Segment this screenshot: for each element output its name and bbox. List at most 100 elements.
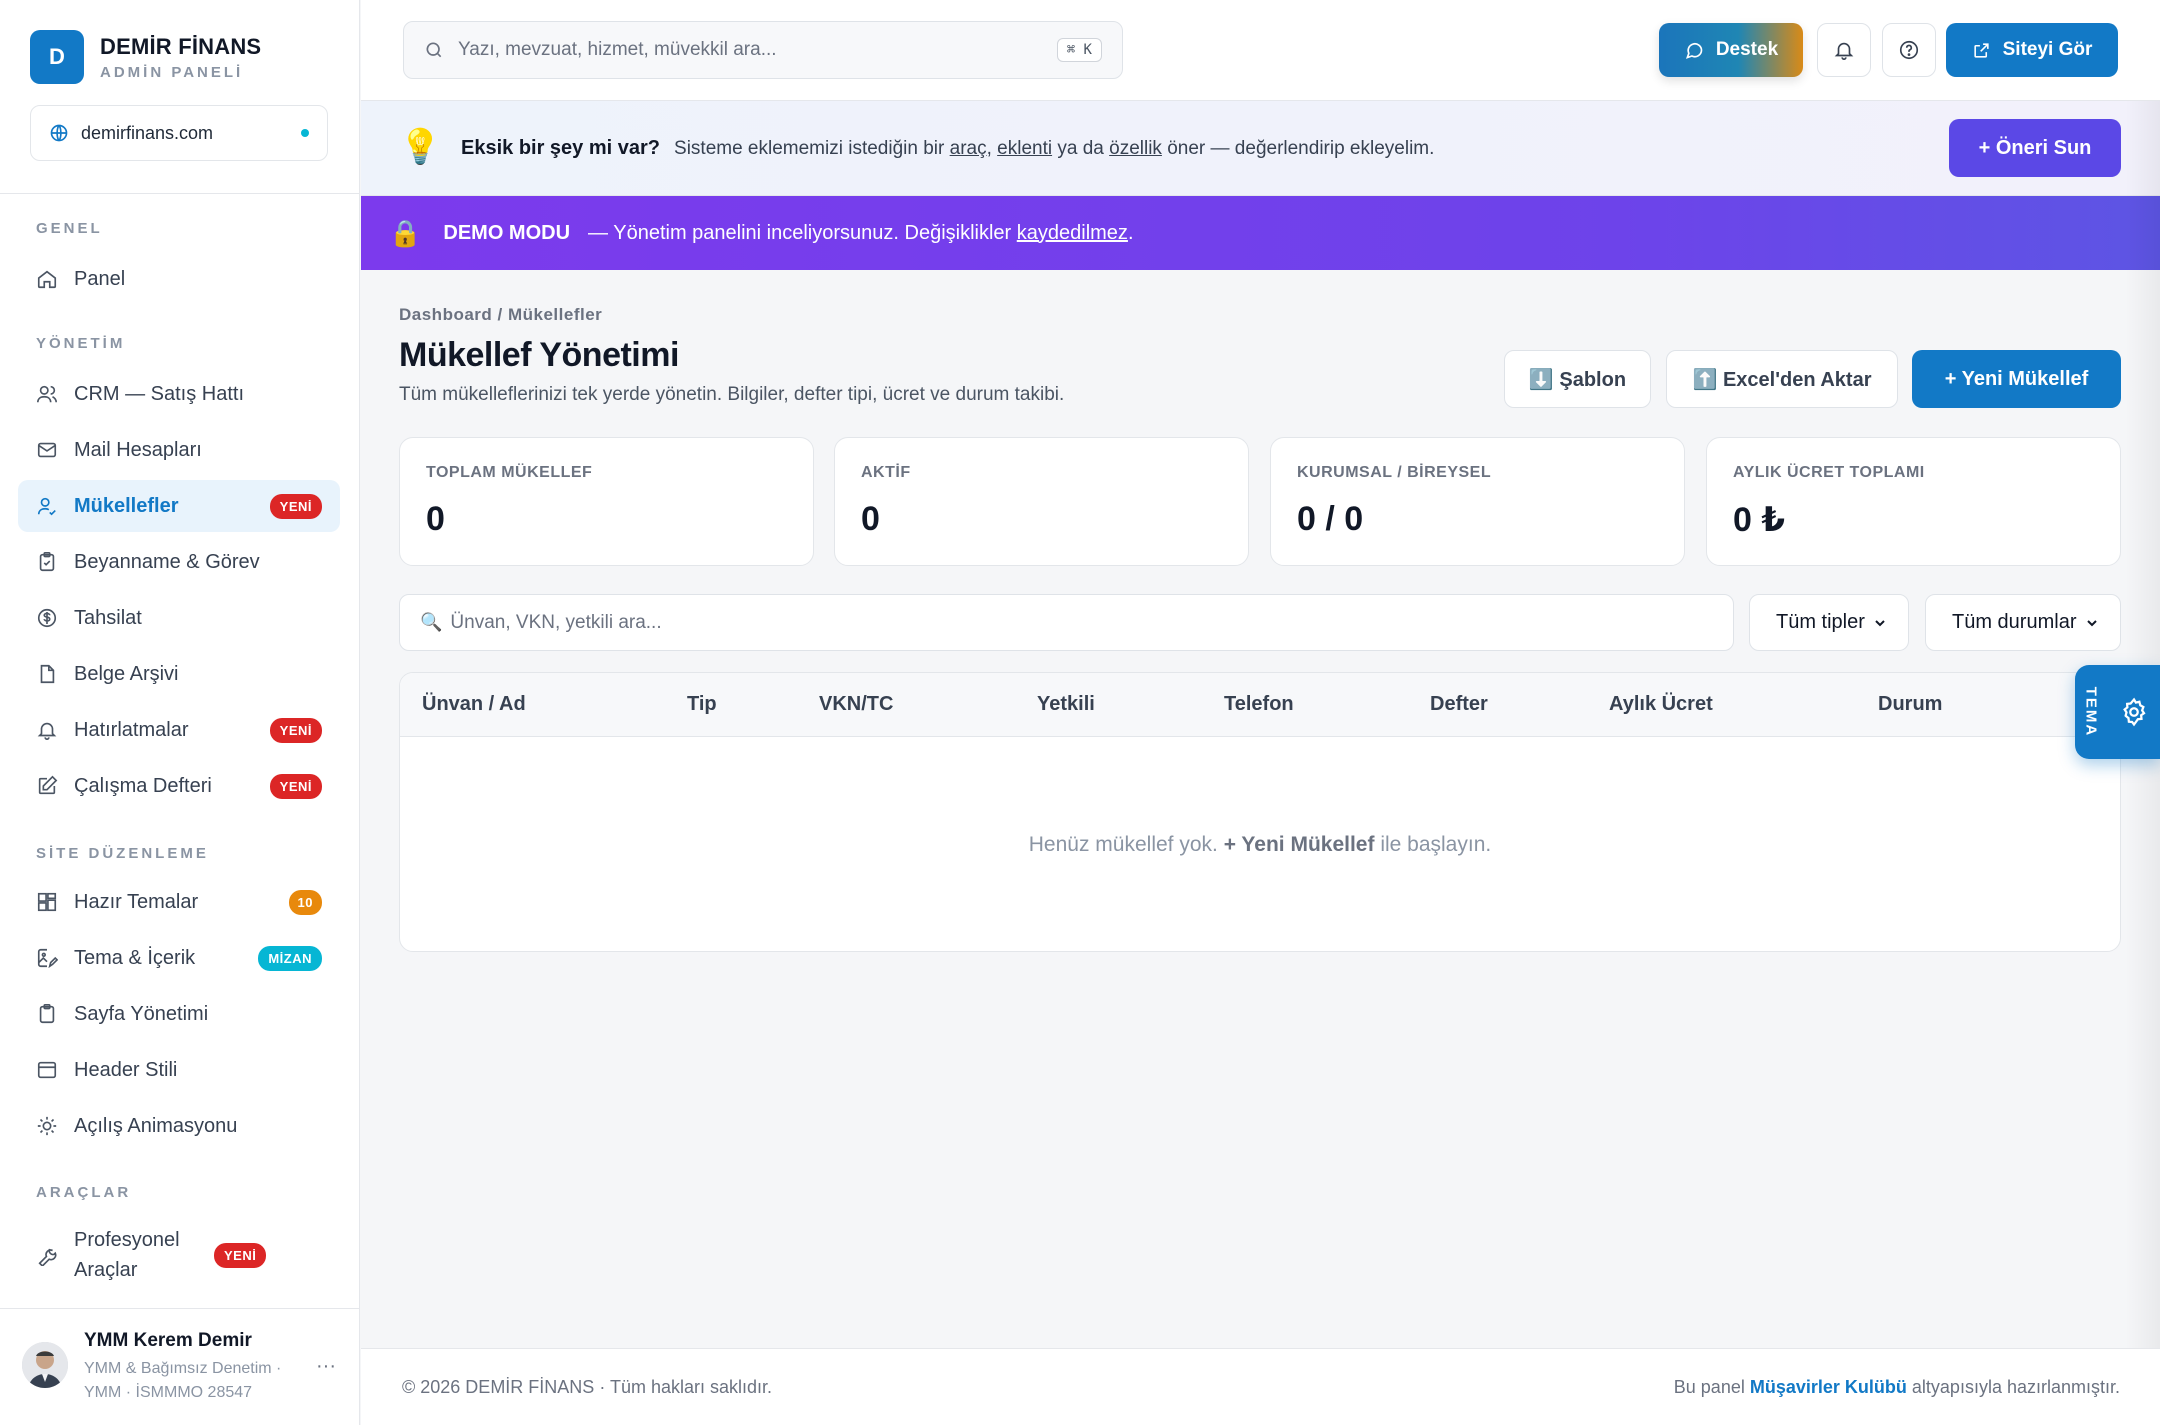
brand-logo: D (30, 30, 84, 84)
theme-panel-toggle[interactable]: TEMA (2075, 665, 2160, 759)
stat-value: 0 ₺ (1733, 501, 1786, 539)
globe-icon (50, 124, 68, 142)
sidebar-item-belge-arsivi[interactable]: Belge Arşivi (18, 648, 340, 700)
demo-text-part: — Yönetim panelini inceliyorsunuz. Değiş… (588, 221, 1012, 244)
sidebar-item-label: CRM — Satış Hattı (74, 383, 245, 405)
taxpayer-search-input[interactable]: 🔍 Ünvan, VKN, yetkili ara... (399, 594, 1734, 651)
grid-icon (37, 892, 57, 912)
brand[interactable]: D DEMİR FİNANS ADMİN PANELİ (30, 30, 261, 84)
sidebar-item-crm[interactable]: CRM — Satış Hattı (18, 368, 340, 420)
file-icon (40, 664, 55, 684)
column-header-status[interactable]: Durum (1878, 693, 1942, 716)
search-icon (426, 42, 442, 58)
search-placeholder: Yazı, mevzuat, hizmet, müvekkil ara... (458, 39, 777, 60)
demo-link[interactable]: kaydedilmez (1017, 222, 1128, 244)
clipboard-list-icon (39, 1004, 55, 1024)
chevron-down-icon (2087, 619, 2097, 626)
copyright: © 2026 DEMİR FİNANS · Tüm hakları saklıd… (402, 1377, 773, 1397)
demo-text: — Yönetim panelini inceliyorsunuz. Değiş… (588, 222, 1133, 245)
empty-action-text: + Yeni Mükellef (1223, 833, 1375, 856)
more-icon[interactable]: ··· (316, 1355, 336, 1378)
sidebar-item-calisma-defteri[interactable]: Çalışma Defteri YENİ (18, 760, 340, 812)
section-title-genel: GENEL (36, 220, 103, 237)
column-header-authorized[interactable]: Yetkili (1037, 693, 1095, 716)
demo-period: . (1127, 221, 1134, 244)
sidebar-item-profesyonel-araclar[interactable]: Profesyonel Araçlar YENİ (18, 1220, 340, 1290)
sidebar-item-hatirlatmalar[interactable]: Hatırlatmalar YENİ (18, 704, 340, 756)
import-excel-button[interactable]: ⬆️ Excel'den Aktar (1666, 350, 1898, 408)
user-group-icon (37, 497, 56, 516)
stat-card-corporate-individual: KURUMSAL / BİREYSEL 0 / 0 (1270, 437, 1685, 566)
gear-icon (2123, 697, 2146, 727)
sun-icon (37, 1116, 57, 1136)
column-header-ledger[interactable]: Defter (1430, 693, 1488, 716)
sidebar-item-sayfa-yonetimi[interactable]: Sayfa Yönetimi (18, 988, 340, 1040)
home-icon (37, 270, 57, 289)
column-header-title[interactable]: Ünvan / Ad (422, 693, 526, 716)
help-button[interactable] (1882, 23, 1936, 77)
sidebar-item-mail[interactable]: Mail Hesapları (18, 424, 340, 476)
sidebar-item-header-stili[interactable]: Header Stili (18, 1044, 340, 1096)
sidebar-item-tahsilat[interactable]: Tahsilat (18, 592, 340, 644)
help-icon (1899, 40, 1919, 60)
new-badge: YENİ (269, 493, 322, 519)
brand-name: DEMİR FİNANS (100, 33, 262, 59)
search-icon: 🔍 (420, 612, 443, 632)
column-header-monthly-fee[interactable]: Aylık Ücret (1609, 693, 1713, 716)
suggestion-text: Eksik bir şey mi var? Sisteme eklememizi … (461, 137, 1434, 160)
powered-by-link[interactable]: Müşavirler Kulübü (1750, 1377, 1907, 1397)
topbar: Yazı, mevzuat, hizmet, müvekkil ara... ⌘… (361, 0, 2160, 101)
domain-selector[interactable]: demirfinans.com (30, 105, 328, 161)
stat-value: 0 / 0 (1297, 500, 1364, 538)
image-edit-icon (37, 948, 58, 969)
suggestion-separator: , (986, 138, 992, 159)
suggest-button[interactable]: + Öneri Sun (1949, 119, 2121, 177)
edit-icon (38, 775, 58, 795)
support-label: Destek (1715, 39, 1779, 60)
stat-card-monthly-fee: AYLIK ÜCRET TOPLAMI 0 ₺ (1706, 437, 2121, 566)
template-button[interactable]: ⬇️ Şablon (1504, 350, 1651, 408)
taxpayer-table: Ünvan / Ad Tip VKN/TC Yetkili Telefon De… (399, 672, 2121, 952)
suggestion-link-ozellik[interactable]: özellik (1109, 138, 1162, 159)
stat-value: 0 (426, 500, 445, 538)
users-icon (37, 385, 57, 403)
sidebar-item-panel[interactable]: Panel (18, 253, 340, 305)
type-filter-select[interactable]: Tüm tipler (1749, 594, 1909, 651)
section-title-site-duzenleme: SİTE DÜZENLEME (36, 845, 209, 862)
suggestion-link-eklenti[interactable]: eklenti (997, 138, 1052, 159)
sidebar-item-label: Belge Arşivi (74, 663, 179, 685)
new-taxpayer-button[interactable]: + Yeni Mükellef (1912, 350, 2121, 408)
support-button[interactable]: Destek (1659, 23, 1803, 77)
brand-subtitle: ADMİN PANELİ (100, 63, 244, 81)
suggestion-link-arac[interactable]: araç (950, 138, 987, 159)
sidebar-item-beyanname[interactable]: Beyanname & Görev (18, 536, 340, 588)
sidebar-item-hazir-temalar[interactable]: Hazır Temalar 10 (18, 876, 340, 928)
table-header: Ünvan / Ad Tip VKN/TC Yetkili Telefon De… (400, 673, 2120, 737)
sidebar-item-label: Header Stili (74, 1059, 178, 1081)
empty-state: Henüz mükellef yok. + Yeni Mükellef ile … (400, 833, 2120, 857)
section-title-araclar: ARAÇLAR (36, 1184, 132, 1201)
stat-label: TOPLAM MÜKELLEF (426, 464, 593, 481)
notifications-button[interactable] (1817, 23, 1871, 77)
sidebar-item-tema-icerik[interactable]: Tema & İçerik MİZAN (18, 932, 340, 984)
user-profile[interactable]: YMM Kerem Demir YMM & Bağımsız Denetim ·… (22, 1330, 281, 1405)
bell-icon (1834, 42, 1854, 60)
column-header-type[interactable]: Tip (687, 693, 717, 716)
theme-label: TEMA (2082, 686, 2100, 738)
sidebar-item-label: Panel (74, 268, 126, 290)
sidebar-item-label: Sayfa Yönetimi (74, 1003, 209, 1025)
powered-by-text: Bu panel (1673, 1377, 1745, 1397)
status-filter-select[interactable]: Tüm durumlar (1925, 594, 2121, 651)
column-header-phone[interactable]: Telefon (1224, 693, 1294, 716)
view-site-button[interactable]: Siteyi Gör (1946, 23, 2118, 77)
sidebar-item-acilis-animasyonu[interactable]: Açılış Animasyonu (18, 1100, 340, 1152)
count-badge: 10 (288, 889, 322, 915)
status-dot (301, 129, 309, 137)
powered-by-text: altyapısıyla hazırlanmıştır. (1911, 1377, 2120, 1397)
external-link-icon (1974, 42, 1989, 58)
global-search-input[interactable]: Yazı, mevzuat, hizmet, müvekkil ara... ⌘… (403, 21, 1123, 79)
sidebar-item-mukellefler[interactable]: Mükellefler YENİ (18, 480, 340, 532)
column-header-vkn[interactable]: VKN/TC (819, 693, 893, 716)
theme-badge: MİZAN (258, 945, 322, 971)
stat-label: AYLIK ÜCRET TOPLAMI (1733, 464, 1925, 481)
